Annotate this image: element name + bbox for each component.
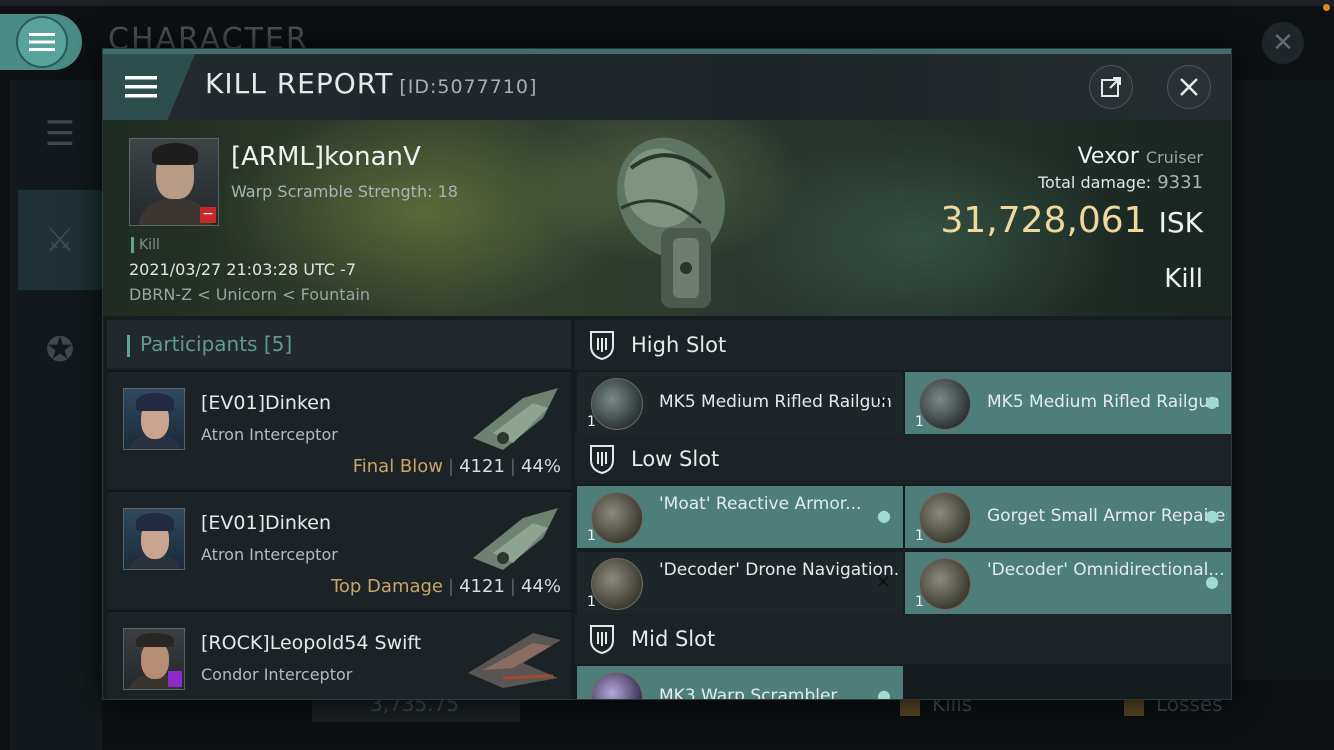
close-icon — [1180, 78, 1198, 96]
participant-name: [EV01]Dinken — [201, 512, 332, 534]
participant-ship: Condor Interceptor — [201, 665, 353, 684]
module-slot[interactable]: 1 MK5 Medium Rifled Railgun ● — [905, 372, 1231, 434]
module-slot[interactable]: 1 Gorget Small Armor Repairer ● — [905, 486, 1231, 548]
atron-ship-image — [473, 508, 558, 570]
kill-report-dialog: KILL REPORT [ID:5077710] − [ARML]konanV W… — [102, 48, 1232, 700]
participant-avatar[interactable] — [123, 388, 185, 450]
low-slot-icon — [590, 445, 614, 474]
module-quantity: 1 — [587, 414, 596, 430]
mid-slot-icon — [590, 625, 614, 654]
top-bar — [0, 0, 1334, 6]
fitting-slots[interactable]: High Slot 1 MK5 Medium Rifled Railgun ✕ … — [575, 320, 1231, 700]
dropped-person-icon: ● — [1205, 392, 1219, 411]
low-slot-header: Low Slot — [575, 434, 1231, 484]
module-name: 'Decoder' Drone Navigation... — [659, 560, 899, 580]
participant-ship: Atron Interceptor — [201, 545, 338, 564]
participants-header: Participants [5] — [107, 320, 571, 368]
participant-avatar[interactable] — [123, 508, 185, 570]
participant-row[interactable]: [EV01]Dinken Atron Interceptor Final Blo… — [107, 370, 571, 488]
sidebar-combat-icon[interactable]: ⚔ — [18, 190, 102, 290]
module-slot[interactable]: 1 MK5 Medium Rifled Railgun ✕ — [577, 372, 903, 434]
victim-banner: − [ARML]konanV Warp Scramble Strength: 1… — [103, 120, 1231, 316]
kill-location[interactable]: DBRN-Z < Unicorn < Fountain — [129, 285, 370, 304]
background-right-panel — [1232, 80, 1334, 680]
module-quantity: 1 — [915, 528, 924, 544]
close-button[interactable] — [1167, 65, 1211, 109]
report-id: [ID:5077710] — [399, 76, 538, 98]
participants-panel[interactable]: Participants [5] [EV01]Dinken Atron Inte… — [107, 320, 571, 699]
module-slot[interactable]: 1 MK3 Warp Scrambler ● — [577, 666, 903, 700]
dropped-person-icon: ● — [1205, 506, 1219, 525]
share-button[interactable] — [1089, 65, 1133, 109]
atron-ship-image — [473, 388, 558, 450]
report-type: Kill — [1164, 264, 1203, 294]
participant-row[interactable]: [EV01]Dinken Atron Interceptor Top Damag… — [107, 490, 571, 608]
module-quantity: 1 — [915, 414, 924, 430]
high-slot-icon — [590, 331, 614, 360]
drone-navigation-icon — [591, 558, 643, 610]
menu-icon — [125, 76, 157, 98]
participant-badge-icon — [168, 671, 182, 687]
sidebar-star-icon[interactable]: ✪ — [18, 300, 102, 400]
participant-row[interactable]: [ROCK]Leopold54 Swift Condor Interceptor — [107, 610, 571, 699]
destroyed-icon: ✕ — [875, 392, 891, 413]
vexor-ship-image[interactable] — [591, 128, 751, 316]
dialog-menu-button[interactable] — [103, 54, 195, 120]
module-slot[interactable]: 1 'Moat' Reactive Armor... ● — [577, 486, 903, 548]
background-close-button[interactable]: ✕ — [1262, 22, 1304, 64]
module-name: 'Moat' Reactive Armor... — [659, 494, 862, 514]
participant-name: [EV01]Dinken — [201, 392, 332, 414]
module-quantity: 1 — [587, 594, 596, 610]
participant-stats: Final Blow | 4121 | 44% — [352, 456, 561, 477]
dropped-person-icon: ● — [877, 506, 891, 525]
kill-datetime: 2021/03/27 21:03:28 UTC -7 — [129, 260, 357, 279]
participant-avatar[interactable] — [123, 628, 185, 690]
module-quantity: 1 — [915, 594, 924, 610]
share-icon — [1101, 77, 1121, 97]
total-damage: Total damage: 9331 — [1037, 172, 1203, 193]
hostile-badge-icon: − — [200, 207, 216, 223]
destroyed-icon: ✕ — [875, 572, 891, 593]
menu-icon — [16, 16, 68, 68]
module-name: Gorget Small Armor Repairer — [987, 506, 1227, 526]
armor-repairer-icon — [919, 492, 971, 544]
participant-name: [ROCK]Leopold54 Swift — [201, 632, 422, 654]
dialog-title: KILL REPORT [ID:5077710] — [205, 67, 537, 100]
victim-name[interactable]: [ARML]konanV — [231, 142, 421, 172]
railgun-icon — [919, 378, 971, 430]
sidebar-menu-icon[interactable]: ☰ — [18, 84, 102, 184]
isk-value: 31,728,061 ISK — [940, 200, 1203, 241]
participant-ship: Atron Interceptor — [201, 425, 338, 444]
armor-hardener-icon — [591, 492, 643, 544]
participant-stats: Top Damage | 4121 | 44% — [330, 576, 561, 597]
mid-slot-header: Mid Slot — [575, 614, 1231, 664]
module-quantity: 1 — [587, 528, 596, 544]
high-slot-header: High Slot — [575, 320, 1231, 370]
module-slot[interactable]: 1 'Decoder' Drone Navigation... ✕ — [577, 552, 903, 614]
warp-scramble-strength: Warp Scramble Strength: 18 — [231, 182, 458, 201]
warp-scrambler-icon — [591, 672, 643, 699]
dropped-person-icon: ● — [877, 686, 891, 700]
module-name: MK5 Medium Rifled Railgun — [987, 392, 1220, 412]
condor-ship-image — [468, 633, 561, 688]
title-text: KILL REPORT — [205, 67, 394, 100]
module-slot[interactable]: 1 'Decoder' Omnidirectional... ● — [905, 552, 1231, 614]
module-name: MK3 Warp Scrambler — [659, 686, 838, 700]
kill-tag: Kill — [131, 237, 160, 253]
railgun-icon — [591, 378, 643, 430]
module-name: 'Decoder' Omnidirectional... — [987, 560, 1225, 580]
notification-dot — [1323, 4, 1330, 11]
module-name: MK5 Medium Rifled Railgun — [659, 392, 892, 412]
omnidirectional-link-icon — [919, 558, 971, 610]
victim-avatar[interactable]: − — [129, 138, 219, 226]
victim-ship[interactable]: Vexor Cruiser — [1078, 144, 1203, 169]
dialog-header: KILL REPORT [ID:5077710] — [103, 54, 1231, 120]
dropped-person-icon: ● — [1205, 572, 1219, 591]
main-menu-button[interactable] — [0, 14, 82, 70]
